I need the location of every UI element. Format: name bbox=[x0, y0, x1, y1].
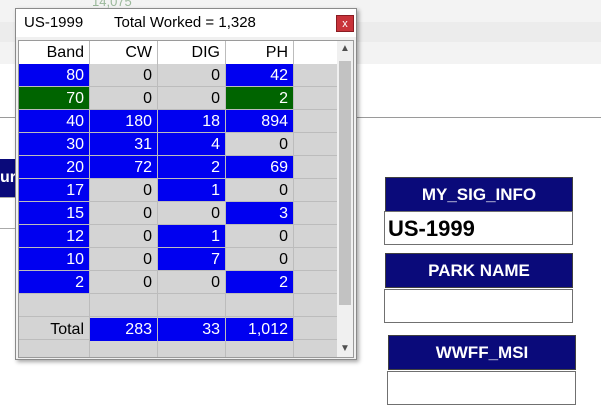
table-cell-cw: 0 bbox=[143, 90, 152, 107]
table-cell-band: 10 bbox=[19, 248, 89, 271]
table-cell-dig: 0 bbox=[211, 205, 220, 222]
table-cell-ph: 0 bbox=[279, 136, 288, 153]
table-cell-dig: 2 bbox=[157, 156, 225, 179]
table-cell-band: 80 bbox=[19, 64, 89, 87]
close-icon: x bbox=[342, 18, 348, 30]
my-sig-info-field[interactable]: US-1999 bbox=[384, 211, 573, 245]
table-cell-dig: 1 bbox=[157, 225, 225, 248]
table-cell-dig: 0 bbox=[211, 90, 220, 107]
table-cell-cw: 31 bbox=[89, 133, 157, 156]
table-cell-ph: 894 bbox=[225, 110, 293, 133]
table-cell-dig: 0 bbox=[211, 67, 220, 84]
table-cell-cw: 0 bbox=[143, 205, 152, 222]
grid-line bbox=[225, 41, 226, 357]
table-cell-ph: 2 bbox=[225, 87, 293, 110]
total-dig: 33 bbox=[157, 318, 225, 341]
table-cell-ph: 69 bbox=[225, 156, 293, 179]
table-cell-cw: 0 bbox=[143, 251, 152, 268]
vertical-scrollbar[interactable]: ▲ ▼ bbox=[337, 41, 353, 357]
window-titlebar[interactable]: US-1999 Total Worked = 1,328 x bbox=[16, 9, 356, 37]
grid-line bbox=[89, 41, 90, 357]
grid-line bbox=[157, 41, 158, 357]
column-header-empty bbox=[293, 41, 337, 64]
my-sig-info-label: MY_SIG_INFO bbox=[385, 177, 573, 212]
table-cell-band: 15 bbox=[19, 202, 89, 225]
table-cell-cw: 72 bbox=[89, 156, 157, 179]
table-cell-dig: 4 bbox=[157, 133, 225, 156]
table-cell-ph: 0 bbox=[279, 182, 288, 199]
park-name-label: PARK NAME bbox=[385, 253, 573, 288]
table-cell-cw: 180 bbox=[89, 110, 157, 133]
table-cell-band: 2 bbox=[19, 271, 89, 294]
chevron-up-icon: ▲ bbox=[340, 43, 350, 54]
column-header-dig[interactable]: DIG bbox=[157, 41, 225, 64]
table-cell-band: 70 bbox=[19, 87, 89, 110]
grid-line bbox=[293, 41, 294, 357]
table-cell-band: 30 bbox=[19, 133, 89, 156]
column-header-cw[interactable]: CW bbox=[89, 41, 157, 64]
column-header-band[interactable]: Band bbox=[19, 41, 89, 64]
table-cell-ph: 42 bbox=[225, 64, 293, 87]
table-cell-cw: 0 bbox=[143, 182, 152, 199]
band-mode-table: Band CW DIG PH 80 0 0 42 70 0 0 2 40 180 18 894 30 31… bbox=[18, 40, 354, 358]
scrollbar-thumb[interactable] bbox=[339, 61, 351, 305]
wwff-msi-field[interactable] bbox=[387, 371, 576, 405]
wwff-msi-label: WWFF_MSI bbox=[388, 335, 576, 370]
window-title-callsign: US-1999 bbox=[24, 14, 84, 31]
park-name-field[interactable] bbox=[384, 289, 573, 323]
total-label: Total bbox=[50, 321, 84, 338]
table-cell-dig: 0 bbox=[211, 274, 220, 291]
table-cell-band: 17 bbox=[19, 179, 89, 202]
chevron-down-icon: ▼ bbox=[340, 343, 350, 354]
table-cell-ph: 3 bbox=[225, 202, 293, 225]
table-cell-dig: 7 bbox=[157, 248, 225, 271]
table-cell-ph: 2 bbox=[225, 271, 293, 294]
table-cell-dig: 1 bbox=[157, 179, 225, 202]
scroll-up-button[interactable]: ▲ bbox=[337, 41, 353, 57]
table-cell-cw: 0 bbox=[143, 67, 152, 84]
table-cell-band: 12 bbox=[19, 225, 89, 248]
table-cell-cw: 0 bbox=[143, 228, 152, 245]
grid-line bbox=[19, 316, 337, 317]
worked-stats-window: US-1999 Total Worked = 1,328 x Band CW D… bbox=[15, 8, 357, 360]
grid-line bbox=[19, 293, 337, 294]
scroll-down-button[interactable]: ▼ bbox=[337, 341, 353, 357]
table-cell-cw: 0 bbox=[143, 274, 152, 291]
table-cell-dig: 18 bbox=[157, 110, 225, 133]
close-button[interactable]: x bbox=[336, 15, 354, 32]
window-title-total-worked: Total Worked = 1,328 bbox=[114, 14, 256, 31]
total-cw: 283 bbox=[89, 318, 157, 341]
table-cell-ph: 0 bbox=[279, 251, 288, 268]
table-cell-ph: 0 bbox=[279, 228, 288, 245]
table-cell-band: 20 bbox=[19, 156, 89, 179]
column-header-ph[interactable]: PH bbox=[225, 41, 293, 64]
table-cell-band: 40 bbox=[19, 110, 89, 133]
total-ph: 1,012 bbox=[225, 318, 293, 341]
